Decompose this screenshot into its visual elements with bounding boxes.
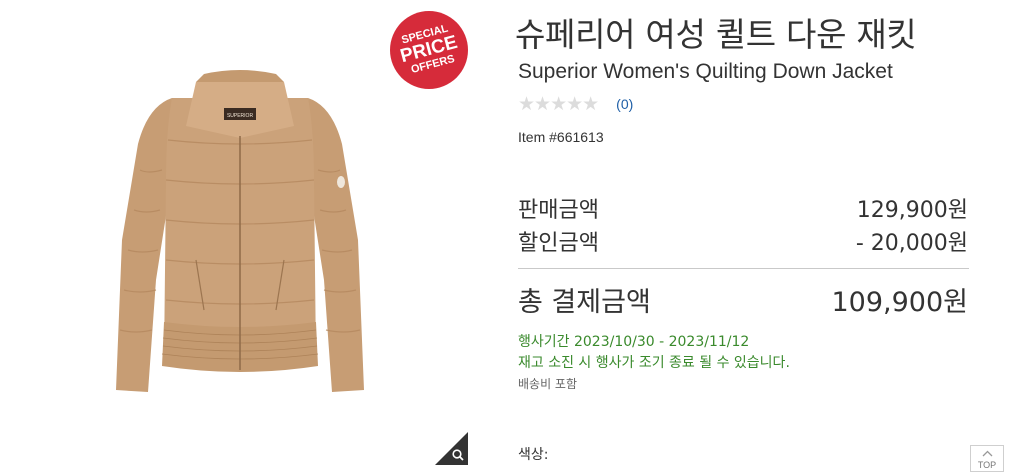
sleeve-patch [337, 176, 345, 188]
product-title-korean: 슈페리어 여성 퀼트 다운 재킷 [515, 15, 917, 54]
sale-price-row: 판매금액 129,900원 [518, 192, 968, 224]
event-notice: 재고 소진 시 행사가 조기 종료 될 수 있습니다. [518, 355, 790, 371]
total-price-row: 총 결제금액 109,900원 [518, 280, 968, 319]
sale-price-value: 129,900원 [856, 198, 968, 223]
zoom-button[interactable] [435, 432, 468, 465]
special-price-badge: SPECIAL PRICE OFFERS [390, 11, 468, 89]
color-option-label: 색상: [518, 447, 549, 463]
product-image[interactable]: SUPERIOR [100, 60, 380, 400]
shipping-info: 배송비 포함 [518, 377, 578, 391]
item-number: Item #661613 [518, 129, 604, 145]
discount-row: 할인금액 - 20,000원 [518, 225, 968, 257]
review-count-link[interactable]: (0) [616, 96, 633, 112]
top-button-label: TOP [977, 460, 997, 470]
scroll-top-button[interactable]: TOP [970, 445, 1004, 472]
chevron-up-icon [982, 450, 993, 457]
total-price-label: 총 결제금액 [518, 287, 651, 318]
discount-label: 할인금액 [518, 231, 599, 256]
sale-price-label: 판매금액 [518, 198, 599, 223]
total-price-value: 109,900원 [831, 287, 969, 318]
event-period: 행사기간 2023/10/30 - 2023/11/12 [518, 334, 750, 350]
rating-row: ★★★★★ (0) [518, 94, 633, 114]
discount-value: - 20,000원 [855, 231, 968, 256]
svg-text:SUPERIOR: SUPERIOR [227, 113, 254, 119]
product-title-english: Superior Women's Quilting Down Jacket [518, 60, 893, 83]
price-divider [518, 268, 969, 269]
star-rating-icon: ★★★★★ [518, 93, 599, 115]
